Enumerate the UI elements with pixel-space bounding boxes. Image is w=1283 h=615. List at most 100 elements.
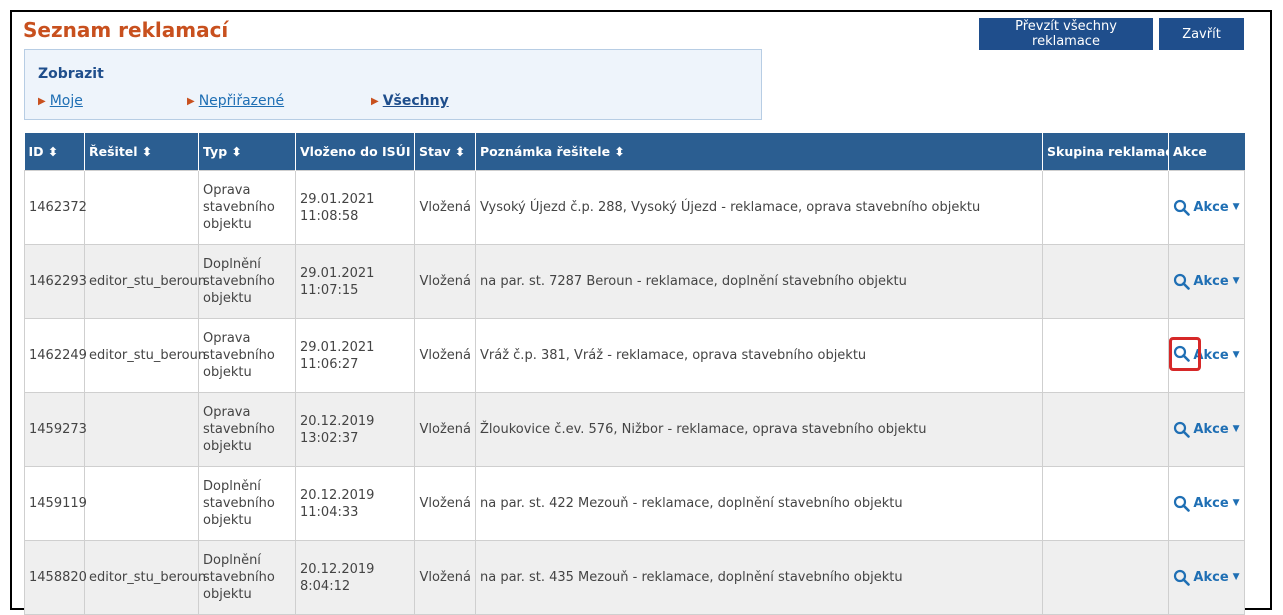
cell-resitel: editor_stu_beroun [84,244,206,319]
cell-id: 1462293 [24,244,87,319]
row-actions: Akce ▼ [1173,199,1240,216]
arrow-right-icon: ▶ [38,96,46,107]
search-icon[interactable] [1173,495,1191,512]
page-title: Seznam reklamací [23,18,229,42]
cell-resitel: editor_stu_beroun [84,318,206,393]
cell-stav: Vložená [414,540,476,615]
cell-id: 1459119 [24,466,87,541]
caret-down-icon[interactable]: ▼ [1233,495,1240,512]
cell-skupina [1042,318,1169,393]
row-actions: Akce ▼ [1173,273,1240,290]
cell-typ: Oprava stavebního objektu [198,392,296,467]
cell-akce: Akce ▼ [1168,392,1245,467]
cell-stav: Vložená [414,244,476,319]
header-id[interactable]: ID ⬍ [24,133,85,171]
cell-vlozeno: 20.12.2019 13:02:37 [295,392,415,467]
cell-poznamka: Vysoký Újezd č.p. 288, Vysoký Újezd - re… [475,170,1043,245]
cell-typ: Doplnění stavebního objektu [198,466,296,541]
cell-resitel [84,170,199,245]
highlighted-search [1169,336,1202,371]
row-actions: Akce ▼ [1169,336,1240,371]
close-button[interactable]: Zavřít [1159,18,1244,50]
cell-akce: Akce ▼ [1168,170,1245,245]
cell-id: 1462372 [24,170,87,245]
cell-stav: Vložená [414,466,476,541]
header-typ[interactable]: Typ ⬍ [198,133,296,171]
cell-typ: Doplnění stavebního objektu [198,244,296,319]
cell-id: 1458820 [24,540,87,615]
arrow-right-icon: ▶ [187,96,195,107]
take-all-complaints-button[interactable]: Převzít všechny reklamace [979,18,1153,50]
filter-panel: Zobrazit ▶ Moje ▶ Nepřiřazené ▶ Všechny [24,49,762,120]
cell-typ: Oprava stavebního objektu [198,170,296,245]
caret-down-icon[interactable]: ▼ [1233,273,1240,290]
cell-skupina [1042,392,1169,467]
cell-poznamka: na par. st. 435 Mezouň - reklamace, dopl… [475,540,1043,615]
cell-skupina [1042,466,1169,541]
cell-stav: Vložená [414,170,476,245]
cell-vlozeno: 29.01.2021 11:07:15 [295,244,415,319]
filter-link-unassigned[interactable]: ▶ Nepřiřazené [187,93,284,109]
table-row: 1459119 Doplnění stavebního objektu 20.1… [24,466,1245,541]
filter-link-all[interactable]: ▶ Všechny [371,93,449,109]
filter-link-label: Nepřiřazené [198,93,285,109]
cell-akce: Akce ▼ [1168,318,1245,393]
cell-skupina [1042,244,1169,319]
cell-akce: Akce ▼ [1168,540,1245,615]
highlight-box [1169,336,1202,371]
table-row: 1458820 editor_stu_beroun Doplnění stave… [24,540,1245,615]
search-icon[interactable] [1173,569,1191,586]
row-actions: Akce ▼ [1173,495,1240,512]
actions-dropdown[interactable]: Akce [1193,199,1228,216]
header-vlozeno[interactable]: Vloženo do ISÚI ▾ [295,133,415,171]
table-row: 1462249 editor_stu_beroun Oprava stavebn… [24,318,1245,393]
cell-poznamka: Vráž č.p. 381, Vráž - reklamace, oprava … [475,318,1043,393]
cell-poznamka: Žloukovice č.ev. 576, Nižbor - reklamace… [475,392,1043,467]
cell-skupina [1042,540,1169,615]
cell-vlozeno: 29.01.2021 11:08:58 [295,170,415,245]
arrow-right-icon: ▶ [371,96,379,107]
cell-typ: Doplnění stavebního objektu [198,540,296,615]
cell-poznamka: na par. st. 7287 Beroun - reklamace, dop… [475,244,1043,319]
cell-resitel [84,466,199,541]
table-row: 1462372 Oprava stavebního objektu 29.01.… [24,170,1245,245]
caret-down-icon[interactable]: ▼ [1233,199,1240,216]
cell-id: 1459273 [24,392,87,467]
cell-id: 1462249 [24,318,87,393]
header-skupina: Skupina reklamací [1042,133,1169,171]
cell-vlozeno: 20.12.2019 11:04:33 [295,466,415,541]
cell-akce: Akce ▼ [1168,466,1245,541]
row-actions: Akce ▼ [1173,569,1240,586]
actions-dropdown[interactable]: Akce [1193,569,1228,586]
cell-stav: Vložená [414,392,476,467]
search-icon[interactable] [1173,199,1191,216]
search-icon[interactable] [1173,273,1191,290]
cell-stav: Vložená [414,318,476,393]
cell-vlozeno: 29.01.2021 11:06:27 [295,318,415,393]
cell-resitel [84,392,199,467]
cell-typ: Oprava stavebního objektu [198,318,296,393]
caret-down-icon[interactable]: ▼ [1233,347,1240,364]
header-akce: Akce [1168,133,1245,171]
table-row: 1462293 editor_stu_beroun Doplnění stave… [24,244,1245,319]
header-resitel[interactable]: Řešitel ⬍ [84,133,199,171]
row-actions: Akce ▼ [1173,421,1240,438]
table-header-row: ID ⬍ Řešitel ⬍ Typ ⬍ Vloženo do ISÚI ▾ S… [24,133,1245,171]
caret-down-icon[interactable]: ▼ [1233,421,1240,438]
complaints-table: ID ⬍ Řešitel ⬍ Typ ⬍ Vloženo do ISÚI ▾ S… [24,133,1245,615]
actions-dropdown[interactable]: Akce [1193,421,1228,438]
cell-resitel: editor_stu_beroun [84,540,206,615]
actions-dropdown[interactable]: Akce [1193,495,1228,512]
header-stav[interactable]: Stav ⬍ [414,133,476,171]
header-poznamka[interactable]: Poznámka řešitele ⬍ [475,133,1043,171]
search-icon[interactable] [1173,421,1191,438]
cell-akce: Akce ▼ [1168,244,1245,319]
table-row: 1459273 Oprava stavebního objektu 20.12.… [24,392,1245,467]
filter-link-mine[interactable]: ▶ Moje [38,93,83,109]
cell-vlozeno: 20.12.2019 8:04:12 [295,540,415,615]
filter-link-label: Moje [49,93,83,109]
actions-dropdown[interactable]: Akce [1193,273,1228,290]
caret-down-icon[interactable]: ▼ [1233,569,1240,586]
cell-poznamka: na par. st. 422 Mezouň - reklamace, dopl… [475,466,1043,541]
filter-title: Zobrazit [38,66,104,82]
